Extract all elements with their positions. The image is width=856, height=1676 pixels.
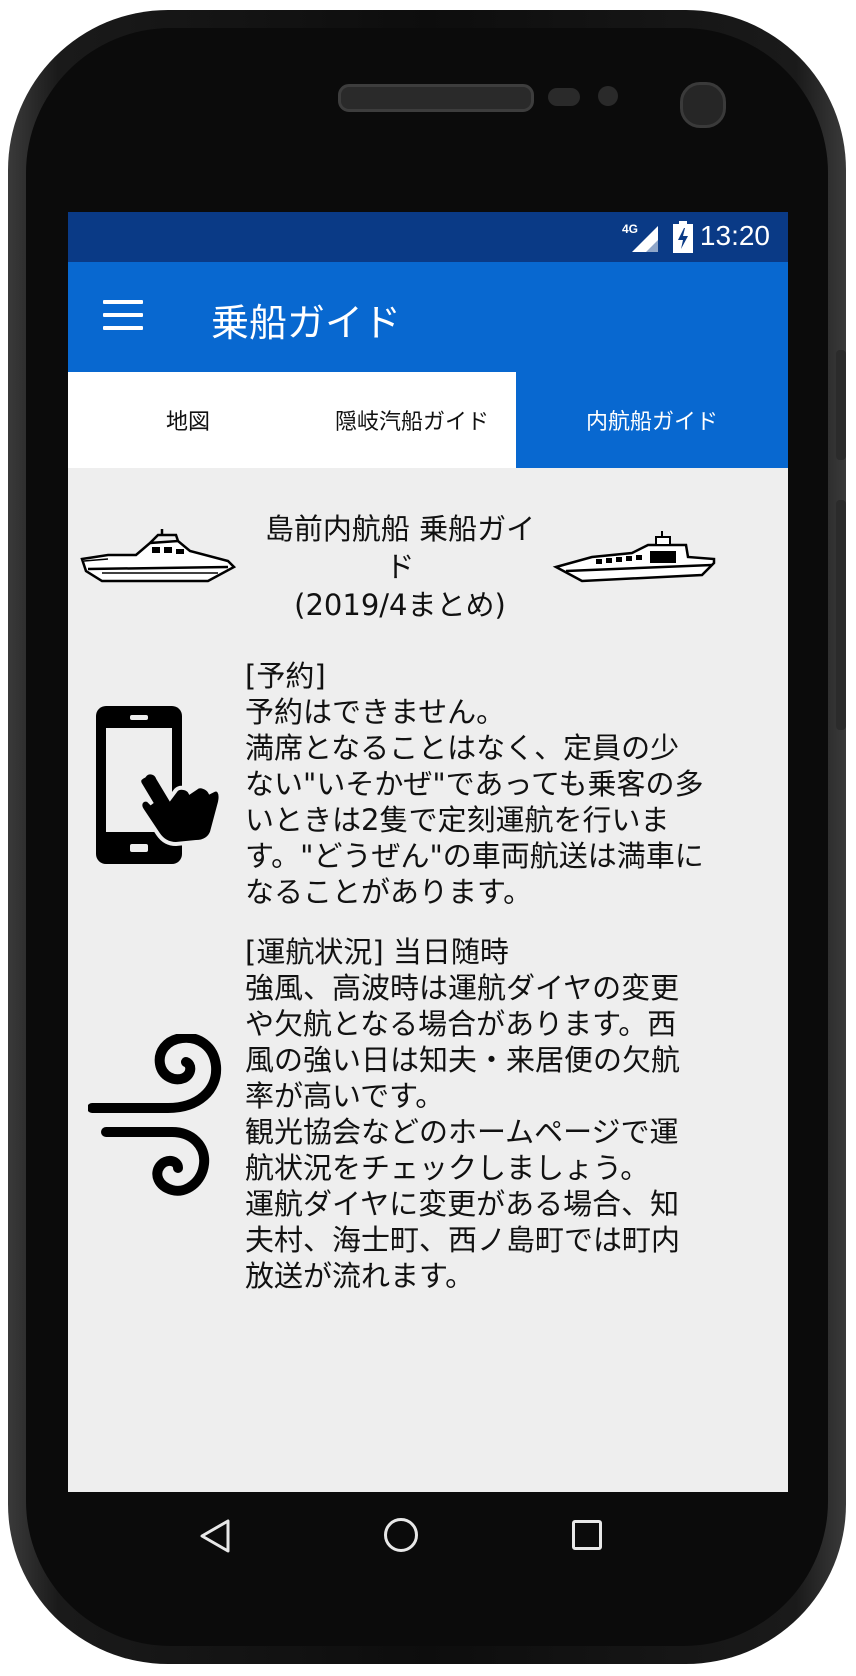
text-line: 率が高いです。 (245, 1079, 445, 1113)
earpiece-speaker (338, 84, 534, 112)
guide-title: 島前内航船 乗船ガイ ド (2019/4まとめ) (250, 510, 550, 624)
text-line: す。"どうぜん"の車両航送は満車に (245, 839, 704, 873)
tab-map[interactable]: 地図 (68, 372, 308, 468)
text-line: 風の強い日は知夫・来居便の欠航 (245, 1043, 681, 1077)
reservation-text: [予約] 予約はできません。 満席となることはなく、定員の少 ない"いそかぜ"で… (245, 658, 725, 910)
operation-status-section: [運航状況] 当日随時 強風、高波時は運航ダイヤの変更 や欠航となる場合がありま… (68, 934, 788, 1324)
signal-icon (632, 226, 658, 252)
operation-status-text: [運航状況] 当日随時 強風、高波時は運航ダイヤの変更 や欠航となる場合がありま… (245, 934, 725, 1294)
light-sensor (598, 86, 618, 106)
ferry-icon (552, 531, 716, 583)
front-camera (680, 82, 726, 128)
wind-icon (88, 1034, 222, 1196)
text-line: 強風、高波時は運航ダイヤの変更 (245, 971, 680, 1005)
status-time: 13:20 (699, 220, 770, 251)
back-icon[interactable] (198, 1518, 232, 1554)
text-line: や欠航となる場合があります。西 (245, 1007, 677, 1041)
screen: 4G 13:20 乗船ガイド 地図 隠岐汽船ガイド 内航船ガイド 島前内航船 乗… (68, 212, 788, 1492)
text-line: なることがあります。 (245, 875, 533, 909)
guide-title-line: 島前内航船 乗船ガイ (264, 512, 536, 546)
text-line: 満席となることはなく、定員の少 (245, 731, 680, 765)
text-line: 観光協会などのホームページで運 (245, 1115, 679, 1149)
tab-inner-ship-guide[interactable]: 内航船ガイド (516, 372, 788, 468)
recents-icon[interactable] (572, 1520, 602, 1550)
text-line: 夫村、海士町、西ノ島町では町内 (245, 1223, 681, 1257)
tab-oki-kisen-guide[interactable]: 隠岐汽船ガイド (292, 372, 532, 468)
phone-tap-icon (96, 706, 222, 864)
guide-title-line: ド (385, 550, 415, 584)
text-line: 運航ダイヤに変更がある場合、知 (245, 1187, 680, 1221)
power-button (836, 350, 846, 460)
text-line: [運航状況] 当日随時 (245, 935, 509, 969)
app-title: 乗船ガイド (211, 301, 402, 345)
navigation-bar (68, 1492, 788, 1580)
reservation-section: [予約] 予約はできません。 満席となることはなく、定員の少 ない"いそかぜ"で… (68, 658, 788, 958)
text-line: ない"いそかぜ"であっても乗客の多 (245, 767, 704, 801)
speedboat-icon (80, 529, 237, 583)
app-bar: 乗船ガイド (68, 262, 788, 372)
battery-charging-icon (673, 221, 693, 253)
tab-bar: 地図 隠岐汽船ガイド 内航船ガイド (68, 372, 788, 468)
text-line: 放送が流れます。 (245, 1259, 475, 1293)
proximity-sensor (548, 88, 580, 106)
text-line: 予約はできません。 (245, 695, 506, 729)
text-line: 航状況をチェックしましょう。 (245, 1151, 650, 1185)
hamburger-menu-icon[interactable] (103, 300, 143, 334)
guide-title-line: (2019/4まとめ) (294, 588, 506, 622)
text-line: いときは2隻で定刻運航を行いま (245, 803, 670, 837)
home-icon[interactable] (384, 1518, 418, 1552)
text-line: [予約] (245, 659, 326, 693)
guide-header: 島前内航船 乗船ガイ ド (2019/4まとめ) (68, 468, 788, 658)
volume-button (836, 500, 846, 730)
status-bar: 4G 13:20 (68, 212, 788, 262)
